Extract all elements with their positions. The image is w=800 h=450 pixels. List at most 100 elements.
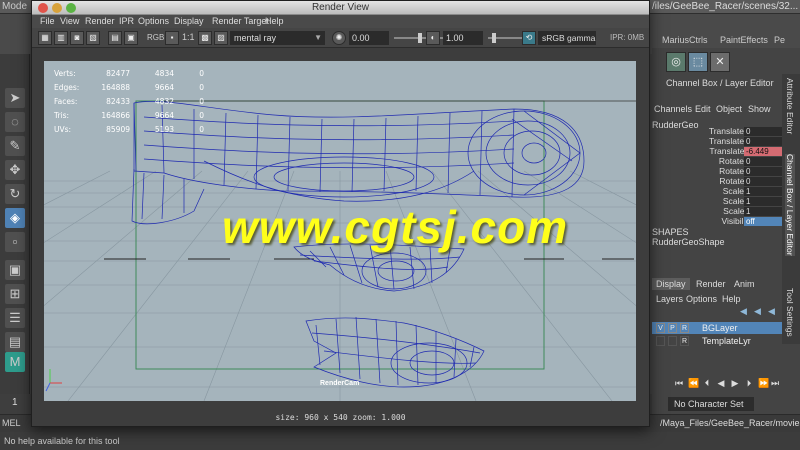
menu-help[interactable]: Help xyxy=(722,294,741,304)
menu-options[interactable]: Options xyxy=(686,294,717,304)
select-tool-icon[interactable]: ➤ xyxy=(5,88,25,108)
tab-attribute-editor[interactable]: Attribute Editor xyxy=(785,78,795,134)
attr-value-field[interactable]: 1 xyxy=(744,207,782,216)
layer-row[interactable]: V P R BGLayer xyxy=(652,322,782,334)
display-region-icon[interactable]: ▨ xyxy=(214,31,228,45)
menu-show[interactable]: Show xyxy=(748,104,771,114)
paint-select-icon[interactable]: ✎ xyxy=(5,136,25,156)
step-forward-frame-button[interactable]: ⏵ xyxy=(744,377,754,389)
exposure-field[interactable]: 0.00 xyxy=(349,31,389,45)
go-to-end-button[interactable]: ⏭ xyxy=(770,377,780,389)
lasso-tool-icon[interactable]: ◌ xyxy=(5,112,25,132)
hud-value: 9664 xyxy=(154,111,174,120)
layer-move-icon[interactable]: ◀ xyxy=(754,306,761,317)
keep-image-icon[interactable]: ▤ xyxy=(108,31,122,45)
color-space-dropdown[interactable]: sRGB gamma xyxy=(538,31,596,45)
step-forward-key-button[interactable]: ⏩ xyxy=(758,377,769,389)
layer-visible-toggle[interactable] xyxy=(656,336,665,346)
snapshot-icon[interactable]: ◙ xyxy=(70,31,84,45)
layer-playback-toggle[interactable]: P xyxy=(668,323,677,333)
play-backwards-button[interactable]: ◀ xyxy=(716,377,726,389)
attr-value-field[interactable]: 1 xyxy=(744,197,782,206)
layer-reference-toggle[interactable]: R xyxy=(680,336,689,346)
layout-outliner-icon[interactable]: ▤ xyxy=(5,332,25,352)
ipr-render-icon[interactable]: ▧ xyxy=(86,31,100,45)
layout-single-icon[interactable]: ▣ xyxy=(5,260,25,280)
menu-render-target[interactable]: Render Target xyxy=(212,16,269,26)
menu-view[interactable]: View xyxy=(60,16,79,26)
tab-anim[interactable]: Anim xyxy=(730,278,759,290)
tab-mariusctrls[interactable]: MariusCtrls xyxy=(662,35,708,45)
renderer-dropdown[interactable]: mental ray ▼ xyxy=(230,31,325,45)
menu-help[interactable]: Help xyxy=(265,16,284,26)
right-panel: MariusCtrls PaintEffects Pe ◎ ⬚ ✕ Channe… xyxy=(652,34,800,394)
exposure-slider-handle[interactable] xyxy=(418,33,422,43)
attr-value-field[interactable]: 0 xyxy=(744,177,782,186)
tab-render[interactable]: Render xyxy=(692,278,730,290)
tab-painteffects[interactable]: PaintEffects xyxy=(720,35,768,45)
attr-value-field-keyed[interactable]: -6.449 xyxy=(744,147,782,156)
current-frame[interactable]: 1 xyxy=(12,397,18,408)
alpha-channel-icon[interactable]: ▪ xyxy=(165,31,179,45)
menu-edit[interactable]: Edit xyxy=(695,104,711,114)
last-tool-icon[interactable]: ▫ xyxy=(5,232,25,252)
layout-list-icon[interactable]: ☰ xyxy=(5,308,25,328)
attr-value-field[interactable]: 0 xyxy=(744,157,782,166)
step-back-key-button[interactable]: ⏪ xyxy=(688,377,699,389)
channel-box-header: Channel Box / Layer Editor xyxy=(652,78,782,92)
gamma-icon[interactable]: ◐ xyxy=(426,31,440,45)
shape-node-name[interactable]: RudderGeoShape xyxy=(652,237,725,247)
move-tool-icon[interactable]: ✥ xyxy=(5,160,25,180)
rgb-channel-label[interactable]: RGB xyxy=(147,33,164,42)
maya-logo-icon: M xyxy=(5,352,25,372)
gamma-slider-handle[interactable] xyxy=(492,33,496,43)
frame-image-icon[interactable]: ▩ xyxy=(198,31,212,45)
step-back-frame-button[interactable]: ⏴ xyxy=(702,377,712,389)
exposure-icon[interactable]: ✺ xyxy=(332,31,346,45)
render-region-icon[interactable]: ▥ xyxy=(54,31,68,45)
layer-row[interactable]: R TemplateLyr xyxy=(652,335,782,347)
tab-display[interactable]: Display xyxy=(652,278,690,290)
color-management-icon[interactable]: ⟲ xyxy=(522,31,536,45)
go-to-start-button[interactable]: ⏮ xyxy=(674,377,684,389)
character-set-dropdown[interactable]: No Character Set xyxy=(668,397,754,411)
scale-tool-icon[interactable]: ◈ xyxy=(5,208,25,228)
mode-label[interactable]: Mode xyxy=(2,1,27,12)
tab-channel-box[interactable]: Channel Box / Layer Editor xyxy=(785,154,795,256)
tab-pe[interactable]: Pe xyxy=(774,35,785,45)
remove-image-icon[interactable]: ▣ xyxy=(124,31,138,45)
attr-value-field[interactable]: 1 xyxy=(744,187,782,196)
menu-options[interactable]: Options xyxy=(138,16,169,26)
attr-value-field[interactable]: 0 xyxy=(744,137,782,146)
menu-ipr[interactable]: IPR xyxy=(119,16,134,26)
menu-object[interactable]: Object xyxy=(716,104,742,114)
layout-four-icon[interactable]: ⊞ xyxy=(5,284,25,304)
rotate-tool-icon[interactable]: ↻ xyxy=(5,184,25,204)
torus-icon[interactable]: ◎ xyxy=(666,52,686,72)
layer-reference-toggle[interactable]: R xyxy=(680,323,689,333)
play-forwards-button[interactable]: ▶ xyxy=(730,377,740,389)
layer-add-icon[interactable]: ◀ xyxy=(768,306,775,317)
tab-tool-settings[interactable]: Tool Settings xyxy=(785,288,795,337)
window-title-bar[interactable]: Render View xyxy=(32,1,649,15)
zoom-ratio-label[interactable]: 1:1 xyxy=(182,32,195,42)
attr-value-field-selected[interactable]: off xyxy=(744,217,782,226)
attr-value-field[interactable]: 0 xyxy=(744,167,782,176)
menu-channels[interactable]: Channels xyxy=(654,104,692,114)
cross-lines-icon[interactable]: ✕ xyxy=(710,52,730,72)
redo-render-icon[interactable]: ▦ xyxy=(38,31,52,45)
layer-visible-toggle[interactable]: V xyxy=(656,323,665,333)
hud-label: Edges: xyxy=(54,83,80,92)
new-layer-icon[interactable]: ◀ xyxy=(740,306,747,317)
menu-display[interactable]: Display xyxy=(174,16,204,26)
menu-render[interactable]: Render xyxy=(85,16,115,26)
gamma-field[interactable]: 1.00 xyxy=(443,31,483,45)
cube-axis-icon[interactable]: ⬚ xyxy=(688,52,708,72)
menu-layers[interactable]: Layers xyxy=(656,294,683,304)
mel-label[interactable]: MEL xyxy=(2,418,21,428)
attr-value-field[interactable]: 0 xyxy=(744,127,782,136)
hud-value: 0 xyxy=(199,83,204,92)
layer-playback-toggle[interactable] xyxy=(668,336,677,346)
menu-file[interactable]: File xyxy=(40,16,55,26)
hud-value: 0 xyxy=(199,97,204,106)
